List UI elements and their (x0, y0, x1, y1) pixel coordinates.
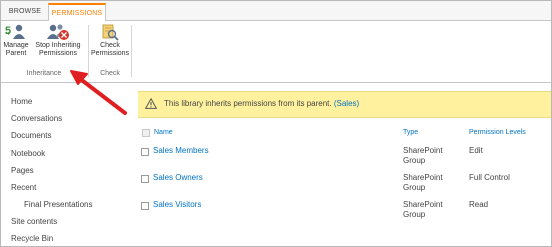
app-frame: BROWSE PERMISSIONS 5 Manage Parent Stop … (0, 0, 552, 247)
red-arrow (70, 70, 127, 115)
